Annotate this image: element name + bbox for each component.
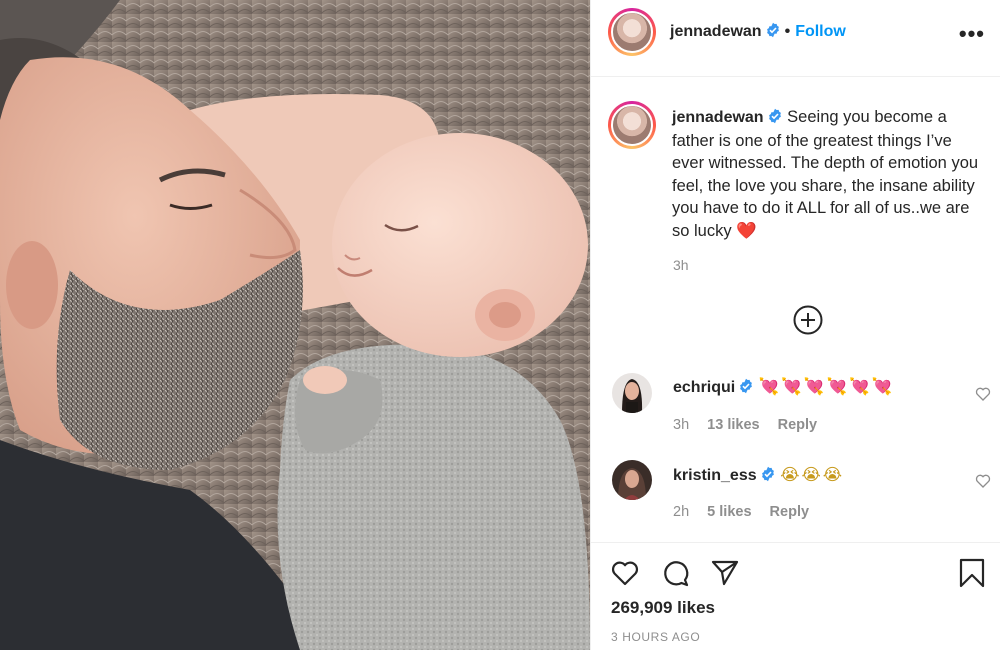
comment-time: 2h	[673, 504, 690, 520]
post-caption: jennadewan Seeing you become a father is…	[672, 106, 986, 242]
verified-badge-icon	[766, 22, 779, 38]
reply-button[interactable]: Reply	[778, 417, 818, 433]
follow-button[interactable]: Follow	[795, 23, 846, 40]
caption-heart-emoji: ❤️	[736, 221, 757, 240]
paper-plane-icon[interactable]	[710, 558, 740, 588]
comment-text: 💘💘💘💘💘💘	[758, 378, 895, 396]
action-bar-divider	[591, 542, 1000, 543]
reply-button[interactable]: Reply	[770, 504, 810, 520]
author-line: jennadewan • Follow	[670, 22, 846, 41]
plus-circle-icon[interactable]	[793, 305, 823, 335]
bookmark-icon[interactable]	[957, 558, 987, 588]
comment-line: kristin_ess 😭😭😭	[673, 465, 844, 485]
verified-badge-icon	[740, 378, 753, 394]
post-timestamp: 3 HOURS AGO	[611, 630, 701, 644]
more-options-button[interactable]: •••	[959, 21, 985, 47]
heart-icon[interactable]	[975, 386, 991, 402]
commenter-username[interactable]: echriqui	[673, 379, 735, 396]
comment-item: kristin_ess 😭😭😭 2h 5 likes Reply	[591, 460, 1000, 540]
caption-username[interactable]: jennadewan	[672, 109, 764, 126]
author-username[interactable]: jennadewan	[670, 23, 762, 40]
comment-text: 😭😭😭	[780, 466, 845, 484]
heart-icon[interactable]	[975, 473, 991, 489]
comment-meta: 2h 5 likes Reply	[673, 504, 823, 520]
commenter-username[interactable]: kristin_ess	[673, 467, 757, 484]
comment-bubble-icon[interactable]	[661, 558, 691, 588]
verified-badge-icon	[768, 108, 781, 124]
caption-text: Seeing you become a father is one of the…	[672, 108, 979, 240]
comment-item: echriqui 💘💘💘💘💘💘 3h 13 likes Reply	[591, 373, 1000, 453]
post-photo[interactable]	[0, 0, 590, 650]
photo-illustration	[0, 0, 590, 650]
comment-likes[interactable]: 5 likes	[707, 504, 751, 520]
commenter-avatar[interactable]	[612, 460, 652, 500]
like-count[interactable]: 269,909 likes	[611, 598, 715, 618]
caption-avatar[interactable]	[608, 101, 656, 149]
heart-icon[interactable]	[610, 558, 640, 588]
comment-meta: 3h 13 likes Reply	[673, 417, 831, 433]
commenter-avatar[interactable]	[612, 373, 652, 413]
post-side-panel: jennadewan • Follow ••• jennadewan Seeing…	[590, 0, 1000, 650]
verified-badge-icon	[761, 466, 774, 482]
comment-likes[interactable]: 13 likes	[707, 417, 759, 433]
post-header: jennadewan • Follow •••	[591, 0, 1000, 77]
comment-line: echriqui 💘💘💘💘💘💘	[673, 378, 894, 397]
separator-dot: •	[784, 23, 791, 40]
comment-time: 3h	[673, 417, 690, 433]
caption-timestamp: 3h	[673, 257, 689, 273]
author-avatar[interactable]	[608, 8, 656, 56]
